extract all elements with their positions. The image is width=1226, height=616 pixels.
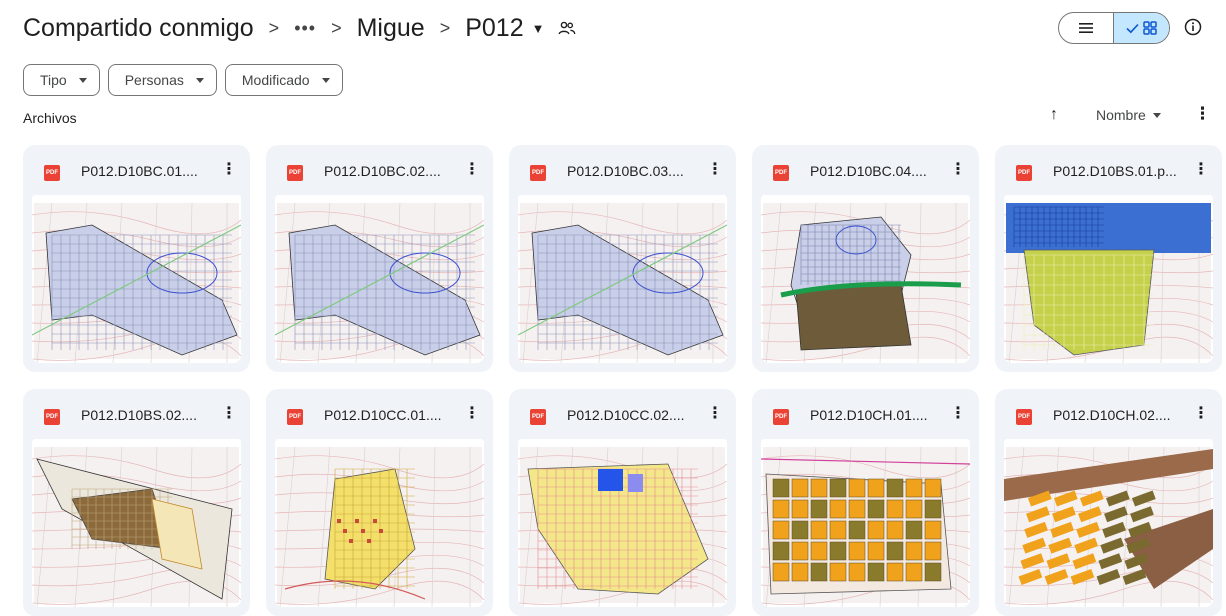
file-thumbnail[interactable]: [32, 195, 241, 363]
file-name: P012.D10BC.01....: [81, 163, 198, 179]
pdf-file-icon: PDF: [773, 409, 789, 425]
file-card[interactable]: PDF P012.D10CH.02.... ⋮: [995, 389, 1222, 616]
caret-down-icon: [78, 77, 87, 83]
file-card[interactable]: PDF P012.D10BS.01.p... ⋮: [995, 145, 1222, 372]
filter-modified-button[interactable]: Modificado: [224, 64, 343, 96]
file-card[interactable]: PDF P012.D10CC.02.... ⋮: [509, 389, 736, 616]
breadcrumb-root[interactable]: Compartido conmigo: [23, 14, 254, 43]
chevron-right-icon: >: [439, 17, 451, 38]
file-card[interactable]: PDF P012.D10CH.01.... ⋮: [752, 389, 979, 616]
shared-people-icon: [558, 20, 576, 36]
file-name: P012.D10CH.01....: [810, 407, 928, 423]
info-icon[interactable]: [1184, 18, 1202, 41]
sort-direction-icon[interactable]: ↑: [1050, 106, 1058, 124]
more-vert-icon[interactable]: ⋮: [1193, 403, 1209, 423]
pdf-file-icon: PDF: [44, 165, 60, 181]
caret-down-icon: [1152, 112, 1161, 118]
file-name: P012.D10BS.02....: [81, 407, 197, 423]
file-name: P012.D10BC.04....: [810, 163, 927, 179]
more-vert-icon[interactable]: ⋮: [221, 159, 237, 179]
file-thumbnail[interactable]: [761, 439, 970, 607]
pdf-file-icon: PDF: [773, 165, 789, 181]
more-vert-icon[interactable]: ⋮: [950, 159, 966, 179]
file-name: P012.D10CH.02....: [1053, 407, 1171, 423]
file-thumbnail[interactable]: [761, 195, 970, 363]
pdf-file-icon: PDF: [287, 409, 303, 425]
grid-icon: [1143, 21, 1157, 35]
sort-by-label: Nombre: [1096, 107, 1146, 123]
file-name: P012.D10CC.01....: [324, 407, 442, 423]
more-horiz-icon[interactable]: •••: [294, 18, 316, 39]
sort-by-button[interactable]: Nombre: [1096, 107, 1161, 123]
file-card[interactable]: PDF P012.D10BC.03.... ⋮: [509, 145, 736, 372]
pdf-file-icon: PDF: [1016, 409, 1032, 425]
file-thumbnail[interactable]: [1004, 195, 1213, 363]
file-thumbnail[interactable]: [32, 439, 241, 607]
more-vert-icon[interactable]: ⋮: [950, 403, 966, 423]
pdf-file-icon: PDF: [530, 165, 546, 181]
filter-people-label: Personas: [124, 72, 184, 88]
caret-down-icon: [321, 77, 330, 83]
more-vert-icon[interactable]: ⋮: [464, 159, 480, 179]
more-vert-icon[interactable]: ⋮: [464, 403, 480, 423]
list-icon: [1079, 23, 1093, 33]
file-thumbnail[interactable]: [275, 195, 484, 363]
file-name: P012.D10CC.02....: [567, 407, 685, 423]
caret-down-icon: [195, 77, 204, 83]
more-vert-icon[interactable]: ⋮: [707, 159, 723, 179]
more-vert-icon[interactable]: ⋮: [707, 403, 723, 423]
pdf-file-icon: PDF: [287, 165, 303, 181]
section-title: Archivos: [23, 110, 77, 126]
caret-down-icon[interactable]: ▼: [532, 21, 545, 36]
more-vert-icon[interactable]: ⋮: [221, 403, 237, 423]
filter-type-button[interactable]: Tipo: [23, 64, 100, 96]
breadcrumb-current[interactable]: P012: [465, 14, 523, 43]
chevron-right-icon: >: [331, 17, 342, 38]
file-thumbnail[interactable]: [1004, 439, 1213, 607]
file-card[interactable]: PDF P012.D10BC.04.... ⋮: [752, 145, 979, 372]
pdf-file-icon: PDF: [530, 409, 546, 425]
file-card[interactable]: PDF P012.D10BC.01.... ⋮: [23, 145, 250, 372]
filter-people-button[interactable]: Personas: [107, 64, 217, 96]
file-card[interactable]: PDF P012.D10BC.02.... ⋮: [266, 145, 493, 372]
grid-view-button[interactable]: [1114, 13, 1169, 43]
file-card[interactable]: PDF P012.D10CC.01.... ⋮: [266, 389, 493, 616]
file-card[interactable]: PDF P012.D10BS.02.... ⋮: [23, 389, 250, 616]
file-name: P012.D10BS.01.p...: [1053, 163, 1177, 179]
filter-type-label: Tipo: [40, 72, 67, 88]
list-view-button[interactable]: [1059, 13, 1114, 43]
pdf-file-icon: PDF: [44, 409, 60, 425]
file-name: P012.D10BC.02....: [324, 163, 441, 179]
chevron-right-icon: >: [268, 17, 280, 38]
file-name: P012.D10BC.03....: [567, 163, 684, 179]
view-toggle: [1058, 12, 1170, 44]
file-thumbnail[interactable]: [518, 439, 727, 607]
breadcrumb-parent[interactable]: Migue: [357, 14, 425, 43]
file-thumbnail[interactable]: [518, 195, 727, 363]
filter-modified-label: Modificado: [241, 72, 310, 88]
more-vert-icon[interactable]: ⋮: [1193, 159, 1209, 179]
check-icon: [1126, 23, 1139, 33]
more-vert-icon[interactable]: ⋮: [1194, 104, 1211, 124]
pdf-file-icon: PDF: [1016, 165, 1032, 181]
filter-bar: Tipo Personas Modificado: [23, 64, 343, 96]
breadcrumb: Compartido conmigo > ••• > Migue > P012 …: [23, 8, 576, 48]
file-thumbnail[interactable]: [275, 439, 484, 607]
